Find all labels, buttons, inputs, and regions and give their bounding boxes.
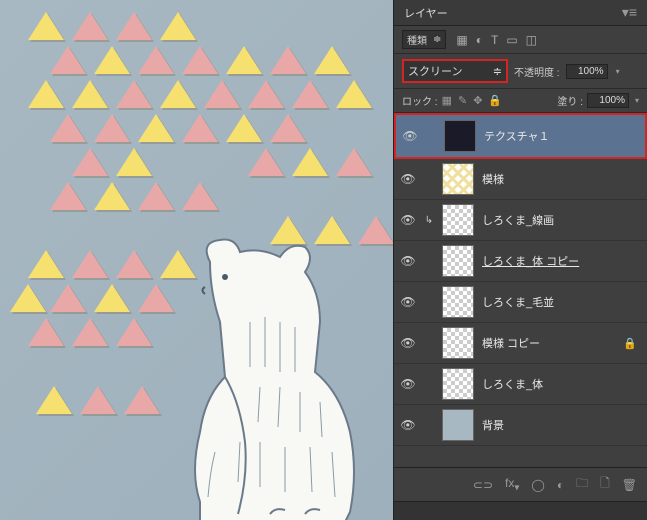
- filter-smart-icon[interactable]: ◫: [526, 33, 537, 47]
- layers-list: 👁 テクスチャ１ 👁 模様 👁 ↳ しろくま_線画 👁 しろくま_体 コピー 👁 しろくま_毛並 👁 模…: [394, 113, 647, 467]
- group-icon[interactable]: 🗀: [576, 474, 588, 495]
- adjustment-layer-icon[interactable]: ◐: [557, 478, 564, 492]
- dropdown-arrow-icon: ≑: [433, 34, 441, 45]
- layer-thumbnail[interactable]: [442, 163, 474, 195]
- lock-label: ロック :: [402, 93, 438, 108]
- panel-menu-icon[interactable]: ▾≡: [622, 4, 637, 21]
- lock-transparent-icon[interactable]: ▦: [442, 94, 452, 107]
- opacity-arrow-icon[interactable]: ▾: [616, 67, 620, 76]
- lock-move-icon[interactable]: ✥: [473, 94, 482, 107]
- layer-name[interactable]: 模様: [482, 171, 641, 187]
- layer-thumbnail[interactable]: [442, 204, 474, 236]
- filter-label: 種類: [407, 32, 427, 47]
- blend-mode-row: スクリーン ≑ 不透明度 : 100% ▾: [394, 54, 647, 89]
- filter-image-icon[interactable]: ▦: [456, 33, 467, 47]
- lock-paint-icon[interactable]: ✎: [458, 94, 467, 107]
- layer-name[interactable]: テクスチャ１: [484, 128, 639, 144]
- visibility-eye-icon[interactable]: 👁: [400, 254, 416, 268]
- filter-adjust-icon[interactable]: ◐: [476, 33, 483, 47]
- layer-row[interactable]: 👁 背景: [394, 405, 647, 446]
- layer-thumbnail[interactable]: [442, 327, 474, 359]
- filter-row: 種類 ≑ ▦ ◐ T ▭ ◫: [394, 26, 647, 54]
- layer-name[interactable]: しろくま_毛並: [482, 294, 641, 310]
- filter-type-icon[interactable]: T: [491, 33, 498, 47]
- layer-row[interactable]: 👁 しろくま_体: [394, 364, 647, 405]
- panel-bottom-bar: [394, 501, 647, 520]
- fill-label: 塗り :: [557, 93, 583, 108]
- filter-type-dropdown[interactable]: 種類 ≑: [402, 30, 446, 49]
- blend-mode-value: スクリーン: [408, 63, 462, 79]
- opacity-field[interactable]: 100%: [566, 64, 608, 79]
- layer-row[interactable]: 👁 ↳ しろくま_線画: [394, 200, 647, 241]
- lock-icon: 🔒: [623, 337, 637, 350]
- filter-shape-icon[interactable]: ▭: [506, 33, 517, 47]
- layers-panel: レイヤー ▾≡ 種類 ≑ ▦ ◐ T ▭ ◫ スクリーン ≑ 不透明度 : 10…: [393, 0, 647, 520]
- clip-link-icon: ↳: [424, 215, 434, 226]
- layer-name[interactable]: 模様 コピー: [482, 335, 615, 351]
- visibility-eye-icon[interactable]: 👁: [400, 172, 416, 186]
- layer-row[interactable]: 👁 テクスチャ１: [394, 113, 647, 159]
- layer-thumbnail[interactable]: [444, 120, 476, 152]
- dropdown-arrow-icon: ≑: [493, 65, 502, 78]
- layer-thumbnail[interactable]: [442, 286, 474, 318]
- visibility-eye-icon[interactable]: 👁: [400, 213, 416, 227]
- visibility-eye-icon[interactable]: 👁: [400, 295, 416, 309]
- visibility-eye-icon[interactable]: 👁: [400, 418, 416, 432]
- layer-row[interactable]: 👁 しろくま_体 コピー: [394, 241, 647, 282]
- layer-row[interactable]: 👁 模様: [394, 159, 647, 200]
- layer-name[interactable]: しろくま_体: [482, 376, 641, 392]
- layer-thumbnail[interactable]: [442, 368, 474, 400]
- fill-field[interactable]: 100%: [587, 93, 629, 108]
- layer-thumbnail[interactable]: [442, 245, 474, 277]
- bear-illustration: [150, 222, 370, 520]
- layer-row[interactable]: 👁 模様 コピー 🔒: [394, 323, 647, 364]
- blend-mode-dropdown[interactable]: スクリーン ≑: [402, 59, 508, 83]
- layer-name[interactable]: 背景: [482, 417, 641, 433]
- visibility-eye-icon[interactable]: 👁: [400, 377, 416, 391]
- visibility-eye-icon[interactable]: 👁: [402, 129, 418, 143]
- layer-name[interactable]: しろくま_線画: [482, 212, 641, 228]
- visibility-eye-icon[interactable]: 👁: [400, 336, 416, 350]
- panel-footer: ⊂⊃ fx▾ ◯ ◐ 🗀 🗋 🗑: [394, 467, 647, 501]
- link-layers-icon[interactable]: ⊂⊃: [473, 478, 493, 492]
- delete-layer-icon[interactable]: 🗑: [622, 478, 637, 492]
- panel-header: レイヤー ▾≡: [394, 0, 647, 26]
- lock-row: ロック : ▦ ✎ ✥ 🔒 塗り : 100% ▾: [394, 89, 647, 113]
- canvas-artwork: [0, 0, 393, 520]
- layer-row[interactable]: 👁 しろくま_毛並: [394, 282, 647, 323]
- opacity-label: 不透明度 :: [514, 64, 560, 79]
- new-layer-icon[interactable]: 🗋: [600, 474, 610, 495]
- layer-thumbnail[interactable]: [442, 409, 474, 441]
- panel-title: レイヤー: [404, 5, 448, 21]
- layer-name[interactable]: しろくま_体 コピー: [482, 253, 641, 269]
- layer-mask-icon[interactable]: ◯: [531, 478, 544, 492]
- fill-arrow-icon[interactable]: ▾: [635, 96, 639, 105]
- lock-all-icon[interactable]: 🔒: [488, 94, 502, 107]
- layer-fx-icon[interactable]: fx▾: [505, 476, 519, 493]
